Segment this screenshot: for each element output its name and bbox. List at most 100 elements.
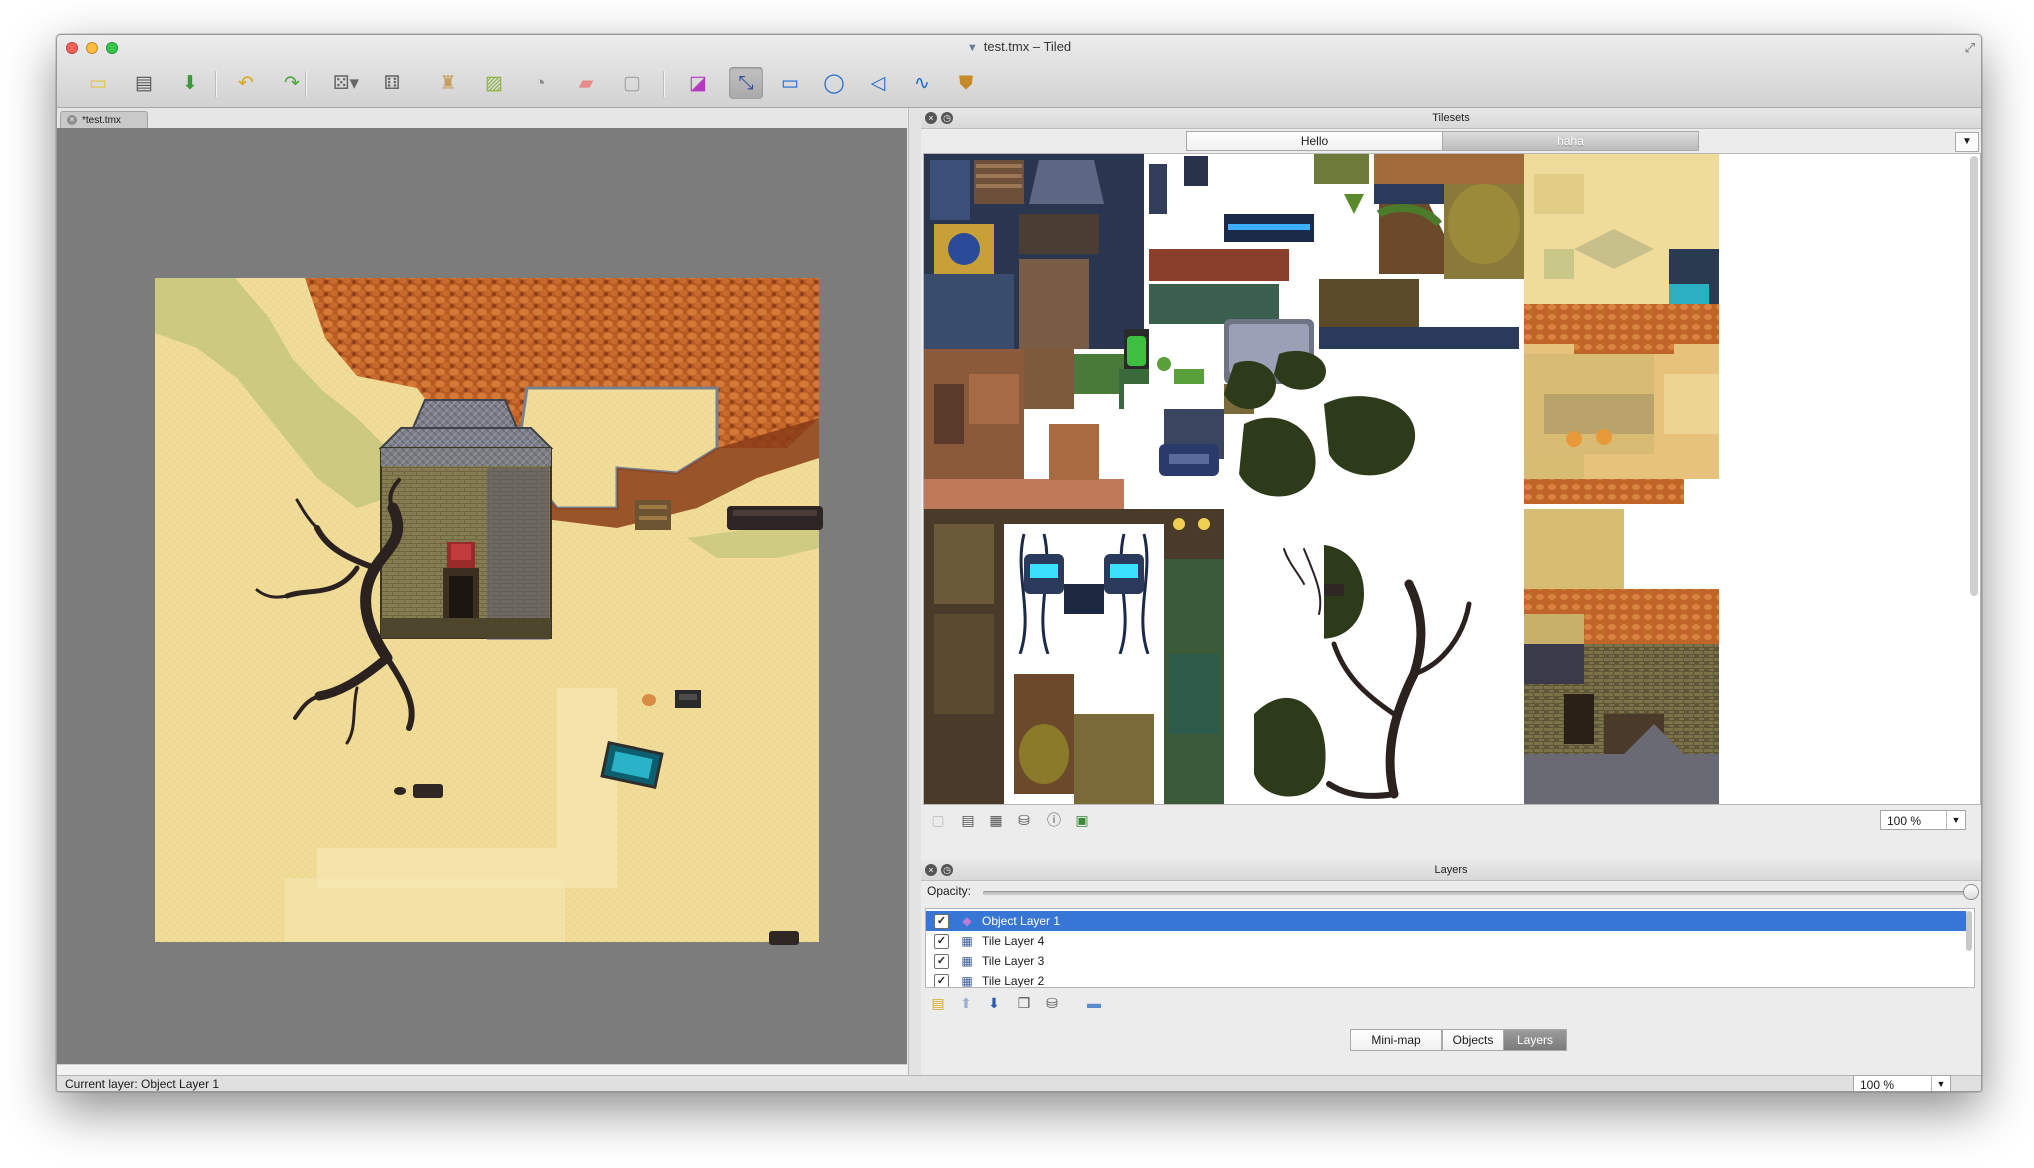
layer-row[interactable]: ✓ ▦ Tile Layer 4 bbox=[926, 931, 1966, 951]
toggle-other-layers-icon[interactable]: ▬ bbox=[1085, 994, 1103, 1012]
tileset-image[interactable] bbox=[924, 154, 1980, 804]
duplicate-layer-icon[interactable]: ❐ bbox=[1015, 994, 1033, 1012]
window-title: ▼ test.tmx – Tiled bbox=[966, 39, 1072, 54]
float-dock-icon[interactable]: ◷ bbox=[941, 112, 953, 124]
tile-layer-icon: ▦ bbox=[961, 974, 973, 988]
layer-row[interactable]: ✓ ▦ Tile Layer 2 bbox=[926, 971, 1966, 988]
layer-name: Tile Layer 3 bbox=[982, 954, 1045, 968]
insert-ellipse-icon: ◯ bbox=[823, 72, 845, 94]
main-toolbar: ▭ ▤ ⬇ ↶ ↷ ⚄▾ ⚅ ♜ ▨ ◔ ▰ ▢ ◪ ⤡ ▭ ◯ ◁ ∿ ⛊ bbox=[67, 65, 1971, 103]
tileset-zoom-combo[interactable]: 100 % ▼ bbox=[1880, 810, 1966, 830]
document-tab[interactable]: × *test.tmx bbox=[60, 111, 148, 128]
opacity-row: Opacity: bbox=[921, 881, 1981, 903]
open-folder-icon: ▤ bbox=[135, 72, 153, 94]
eraser-button[interactable]: ▰ bbox=[569, 67, 603, 99]
redo-button[interactable]: ↷ bbox=[275, 67, 309, 99]
layer-row[interactable]: ✓ ◆ Object Layer 1 bbox=[926, 911, 1966, 931]
insert-rectangle-button[interactable]: ▭ bbox=[773, 67, 807, 99]
insert-polyline-button[interactable]: ∿ bbox=[905, 67, 939, 99]
layer-row[interactable]: ✓ ▦ Tile Layer 3 bbox=[926, 951, 1966, 971]
edit-polygons-icon: ⤡ bbox=[738, 72, 754, 94]
tileset-toolbar: ▢ ▤ ▦ ⛁ ⓘ ▣ 100 % ▼ bbox=[921, 805, 1981, 835]
edit-polygons-button[interactable]: ⤡ bbox=[729, 67, 763, 99]
tab-objects[interactable]: Objects bbox=[1442, 1029, 1504, 1051]
dock-panel: × ◷ Tilesets Hello haha ▼ ▢ ▤ ▦ ⛁ ⓘ ▣ 10… bbox=[921, 108, 1981, 1075]
new-tileset-icon[interactable]: ▢ bbox=[929, 811, 947, 829]
chevron-down-icon: ▼ bbox=[1931, 1076, 1950, 1091]
dice-icon: ⚅ bbox=[383, 72, 401, 94]
tab-tileset-haha[interactable]: haha bbox=[1442, 131, 1699, 151]
import-tileset-icon[interactable]: ▤ bbox=[959, 811, 977, 829]
tmx-file-icon: ▼ bbox=[966, 42, 978, 54]
stamp-brush-button[interactable]: ♜ bbox=[431, 67, 465, 99]
random-dice-button[interactable]: ⚅ bbox=[375, 67, 409, 99]
opacity-slider-handle[interactable] bbox=[1963, 884, 1979, 900]
opacity-label: Opacity: bbox=[927, 884, 972, 898]
object-layer-icon: ◆ bbox=[962, 914, 972, 928]
tileset-menu-dropdown[interactable]: ▼ bbox=[1955, 132, 1979, 152]
map-canvas[interactable] bbox=[57, 128, 907, 1065]
edit-terrain-icon[interactable]: ▣ bbox=[1073, 811, 1091, 829]
delete-layer-icon[interactable]: ⛁ bbox=[1043, 994, 1061, 1012]
new-map-button[interactable]: ▭ bbox=[81, 67, 115, 99]
layer-name: Object Layer 1 bbox=[982, 914, 1061, 928]
save-download-icon: ⬇ bbox=[182, 72, 198, 94]
export-tileset-icon[interactable]: ▦ bbox=[987, 811, 1005, 829]
dice-menu-icon: ⚄▾ bbox=[332, 72, 360, 94]
fullscreen-icon[interactable]: ⤢ bbox=[1965, 40, 1975, 56]
map-render[interactable] bbox=[57, 128, 907, 1065]
new-layer-icon[interactable]: ▤ bbox=[929, 994, 947, 1012]
tileset-properties-icon[interactable]: ⓘ bbox=[1045, 811, 1063, 829]
chevron-down-icon: ▼ bbox=[1946, 811, 1965, 829]
layer-visibility-checkbox[interactable]: ✓ bbox=[934, 954, 949, 969]
tab-tileset-hello[interactable]: Hello bbox=[1186, 131, 1443, 151]
title-bar: ▼ test.tmx – Tiled ⤢ ▭ ▤ ⬇ ↶ ↷ ⚄▾ ⚅ ♜ ▨ ◔ ▰ ▢ ◪ ⤡ ▭ ◯ ◁ ∿ ⛊ bbox=[57, 35, 1981, 108]
insert-tile-button[interactable]: ⛊ bbox=[949, 67, 983, 99]
rectangle-select-icon: ▢ bbox=[623, 72, 641, 94]
rect-select-button[interactable]: ▢ bbox=[615, 67, 649, 99]
layer-visibility-checkbox[interactable]: ✓ bbox=[934, 934, 949, 949]
undo-button[interactable]: ↶ bbox=[229, 67, 263, 99]
float-dock-icon[interactable]: ◷ bbox=[941, 864, 953, 876]
select-objects-button[interactable]: ◪ bbox=[681, 67, 715, 99]
tab-mini-map[interactable]: Mini-map bbox=[1350, 1029, 1442, 1051]
redo-arrow-icon: ↷ bbox=[284, 72, 300, 94]
new-document-icon: ▭ bbox=[89, 72, 107, 94]
close-dock-icon[interactable]: × bbox=[925, 864, 937, 876]
tile-layer-icon: ▦ bbox=[961, 934, 973, 948]
map-zoom-combo[interactable]: 100 % ▼ bbox=[1853, 1075, 1951, 1091]
insert-ellipse-button[interactable]: ◯ bbox=[817, 67, 851, 99]
insert-polygon-button[interactable]: ◁ bbox=[861, 67, 895, 99]
map-editor-area: × *test.tmx bbox=[57, 108, 907, 1075]
save-map-button[interactable]: ⬇ bbox=[173, 67, 207, 99]
map-horizontal-scrollbar[interactable] bbox=[57, 1064, 907, 1075]
random-mode-button[interactable]: ⚄▾ bbox=[329, 67, 363, 99]
tileset-view[interactable] bbox=[923, 153, 1981, 805]
dock-tabs: Mini-map Objects Layers bbox=[921, 1029, 1981, 1051]
tilesets-dock-header: × ◷ Tilesets bbox=[921, 108, 1981, 129]
layer-visibility-checkbox[interactable]: ✓ bbox=[934, 974, 949, 987]
bucket-fill-icon: ◔ bbox=[534, 72, 546, 94]
stamp-icon: ♜ bbox=[439, 72, 457, 94]
layer-list-scrollbar[interactable] bbox=[1966, 911, 1972, 951]
remove-tileset-icon[interactable]: ⛁ bbox=[1015, 811, 1033, 829]
opacity-slider[interactable] bbox=[983, 891, 1973, 895]
layer-visibility-checkbox[interactable]: ✓ bbox=[934, 914, 949, 929]
toolbar-separator bbox=[663, 71, 665, 97]
close-dock-icon[interactable]: × bbox=[925, 112, 937, 124]
bucket-fill-button[interactable]: ◔ bbox=[523, 67, 557, 99]
raise-layer-icon[interactable]: ⬆ bbox=[957, 994, 975, 1012]
terrain-brush-button[interactable]: ▨ bbox=[477, 67, 511, 99]
insert-polygon-icon: ◁ bbox=[870, 72, 886, 94]
layer-name: Tile Layer 2 bbox=[982, 974, 1045, 988]
select-objects-icon: ◪ bbox=[689, 72, 707, 94]
dock-splitter[interactable] bbox=[908, 108, 922, 1075]
close-tab-icon[interactable]: × bbox=[67, 115, 77, 125]
lower-layer-icon[interactable]: ⬇ bbox=[985, 994, 1003, 1012]
layer-list: ✓ ◆ Object Layer 1 ✓ ▦ Tile Layer 4 ✓ ▦ Tile Lay… bbox=[925, 908, 1975, 988]
tab-layers[interactable]: Layers bbox=[1503, 1029, 1567, 1051]
open-map-button[interactable]: ▤ bbox=[127, 67, 161, 99]
tileset-vertical-scrollbar[interactable] bbox=[1970, 156, 1978, 596]
status-bar: Current layer: Object Layer 1 100 % ▼ bbox=[57, 1075, 1981, 1091]
terrain-brush-icon: ▨ bbox=[485, 72, 503, 94]
